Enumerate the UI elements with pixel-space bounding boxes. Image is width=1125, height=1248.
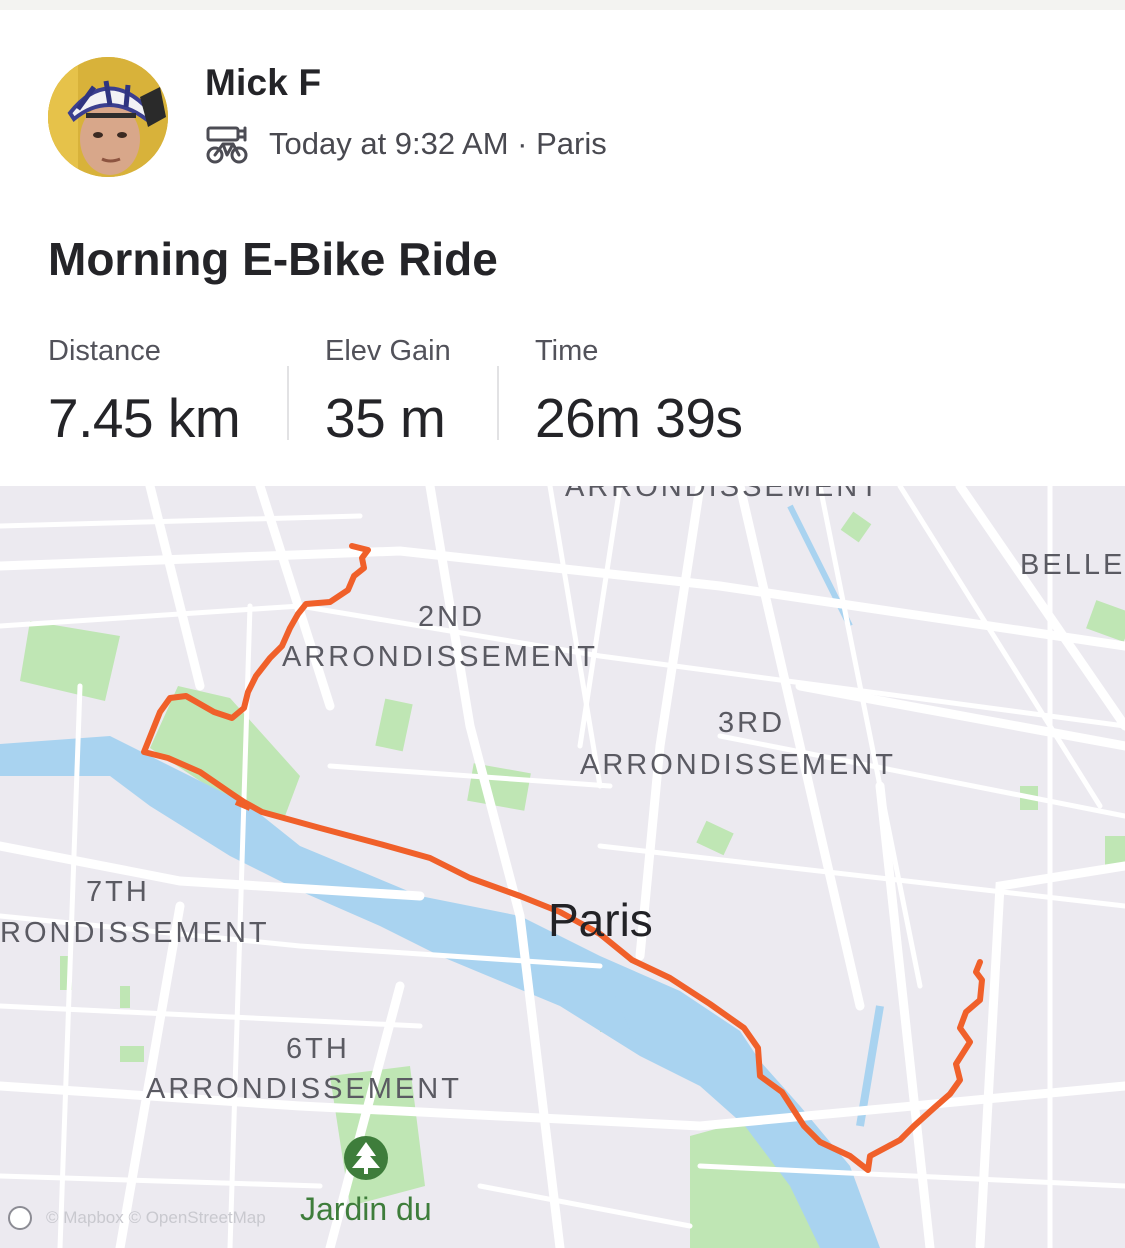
stat-label: Distance (48, 335, 161, 367)
map-label-2nd-arrondissement: ARRONDISSEMENT (282, 641, 598, 673)
map-label-park: Jardin du (300, 1191, 432, 1227)
avatar[interactable] (48, 57, 168, 177)
activity-title[interactable]: Morning E-Bike Ride (48, 232, 498, 286)
mapbox-logo-icon[interactable] (8, 1206, 32, 1230)
stat-elev-gain: Elev Gain 35 m (325, 335, 451, 450)
route-map[interactable]: ARRONDISSEMENT 2ND ARRONDISSEMENT 3RD AR… (0, 486, 1125, 1248)
stat-value: 35 m (325, 387, 446, 449)
stat-value: 26m 39s (535, 387, 743, 449)
attribution-text: © Mapbox © OpenStreetMap (46, 1208, 266, 1227)
stat-time: Time 26m 39s (535, 335, 743, 450)
map-label-3rd: 3RD (718, 707, 785, 739)
stat-label: Time (535, 335, 599, 367)
activity-date-location: Today at 9:32 AM · Paris (269, 126, 607, 161)
activity-card[interactable]: Mick F Today at 9:32 AM · Paris Morning … (0, 10, 1125, 486)
map-label-7th: 7TH (86, 876, 150, 908)
map-label-arrondissement: ARRONDISSEMENT (565, 486, 881, 503)
map-label-7th-arrondissement: RONDISSEMENT (0, 917, 270, 949)
map-label-2nd: 2ND (418, 601, 485, 633)
stat-label: Elev Gain (325, 335, 451, 367)
stat-value: 7.45 km (48, 387, 241, 449)
stat-distance: Distance 7.45 km (48, 335, 241, 450)
map-label-6th-arrondissement: ARRONDISSEMENT (146, 1073, 462, 1105)
stat-divider (287, 366, 289, 440)
map-label-belleville: BELLE (1020, 549, 1125, 581)
map-attribution[interactable]: © Mapbox © OpenStreetMap (8, 1206, 266, 1230)
stat-divider (497, 366, 499, 440)
map-label-6th: 6TH (286, 1033, 350, 1065)
e-bike-icon (206, 126, 248, 164)
tree-icon (344, 1136, 388, 1180)
athlete-name[interactable]: Mick F (205, 62, 321, 104)
map-label-city: Paris (548, 894, 653, 946)
activity-meta: Today at 9:32 AM · Paris (205, 122, 607, 166)
map-label-3rd-arrondissement: ARRONDISSEMENT (580, 749, 896, 781)
